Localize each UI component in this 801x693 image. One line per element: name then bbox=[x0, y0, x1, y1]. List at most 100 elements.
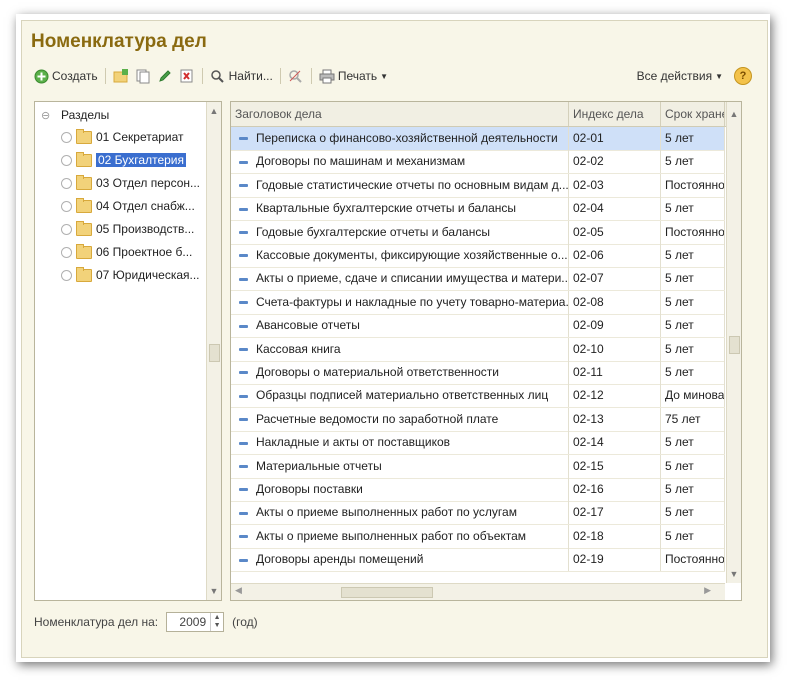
tree-item-label: 01 Секретариат bbox=[96, 130, 184, 144]
scroll-thumb[interactable] bbox=[729, 336, 740, 354]
column-header-title[interactable]: Заголовок дела bbox=[231, 102, 569, 126]
cell-term: Постоянно bbox=[661, 220, 725, 244]
table-row[interactable]: Переписка о финансово-хозяйственной деят… bbox=[231, 127, 725, 151]
tree-item-legal[interactable]: 07 Юридическая... bbox=[61, 266, 200, 284]
cell-title: Договоры поставки bbox=[231, 478, 569, 501]
tree-item-design[interactable]: 06 Проектное б... bbox=[61, 243, 192, 261]
tree-item-personnel[interactable]: 03 Отдел персон... bbox=[61, 174, 200, 192]
table-header: Заголовок дела Индекс дела Срок хране bbox=[231, 102, 741, 127]
table-row[interactable]: Расчетные ведомости по заработной плате 0… bbox=[231, 407, 725, 432]
sections-tree[interactable]: ⊖ Разделы 01 Секретариат 02 Бухгалтерия … bbox=[34, 101, 222, 601]
tree-item-label: 06 Проектное б... bbox=[96, 245, 193, 259]
document-item-icon bbox=[239, 347, 248, 351]
table-row[interactable]: Образцы подписей материально ответственн… bbox=[231, 384, 725, 409]
all-actions-label: Все действия bbox=[636, 69, 713, 83]
document-item-icon bbox=[239, 371, 248, 375]
year-unit-label: (год) bbox=[232, 615, 258, 629]
scroll-down-icon[interactable]: ▼ bbox=[727, 567, 741, 581]
folder-icon bbox=[76, 243, 92, 259]
table-row[interactable]: Кассовые документы, фиксирующие хозяйств… bbox=[231, 244, 725, 268]
tree-item-secretariat[interactable]: 01 Секретариат bbox=[61, 128, 184, 146]
cell-title-text: Счета-фактуры и накладные по учету товар… bbox=[256, 294, 569, 309]
documents-table[interactable]: Заголовок дела Индекс дела Срок хране Пе… bbox=[230, 101, 742, 601]
spin-down-icon[interactable]: ▼ bbox=[214, 622, 221, 630]
tree-vertical-scrollbar[interactable]: ▲ ▼ bbox=[206, 102, 221, 600]
table-row[interactable]: Договоры по машинам и механизмам 02-02 5 л… bbox=[231, 150, 725, 175]
table-row[interactable]: Акты о приеме выполненных работ по услуг… bbox=[231, 501, 725, 526]
create-button[interactable]: Создать bbox=[30, 66, 101, 86]
scroll-right-icon[interactable]: ▶ bbox=[704, 585, 711, 596]
table-row[interactable]: Годовые бухгалтерские отчеты и балансы 02… bbox=[231, 220, 725, 245]
create-folder-button[interactable] bbox=[110, 66, 132, 86]
scroll-up-icon[interactable]: ▲ bbox=[727, 107, 741, 121]
table-row[interactable]: Материальные отчеты 02-15 5 лет bbox=[231, 454, 725, 479]
cell-title: Годовые бухгалтерские отчеты и балансы bbox=[231, 220, 569, 244]
column-header-term[interactable]: Срок хране bbox=[661, 102, 725, 126]
year-value: 2009 bbox=[179, 615, 207, 629]
all-actions-button[interactable]: Все действия ▼ bbox=[634, 66, 726, 86]
cell-index: 02-08 bbox=[569, 290, 661, 314]
tree-item-accounting[interactable]: 02 Бухгалтерия bbox=[61, 151, 186, 169]
tree-item-label: 04 Отдел снабж... bbox=[96, 199, 195, 213]
cell-title: Материальные отчеты bbox=[231, 454, 569, 478]
cell-title-text: Акты о приеме, сдаче и списании имуществ… bbox=[256, 271, 569, 286]
tree-item-supply[interactable]: 04 Отдел снабж... bbox=[61, 197, 195, 215]
scroll-down-icon[interactable]: ▼ bbox=[207, 584, 221, 598]
tree-root[interactable]: ⊖ Разделы bbox=[41, 106, 109, 124]
table-horizontal-scrollbar[interactable]: ◀ ▶ bbox=[231, 583, 725, 600]
column-header-index[interactable]: Индекс дела bbox=[569, 102, 661, 126]
cell-index: 02-12 bbox=[569, 384, 661, 408]
cell-index: 02-19 bbox=[569, 548, 661, 572]
table-row[interactable]: Квартальные бухгалтерские отчеты и балан… bbox=[231, 197, 725, 222]
help-button[interactable]: ? bbox=[734, 67, 752, 85]
scroll-thumb[interactable] bbox=[209, 344, 220, 362]
cell-title: Кассовые документы, фиксирующие хозяйств… bbox=[231, 244, 569, 267]
toolbar-separator bbox=[201, 68, 203, 84]
radio-icon bbox=[61, 200, 72, 212]
table-row[interactable]: Договоры поставки 02-16 5 лет bbox=[231, 478, 725, 502]
cancel-search-button[interactable] bbox=[285, 66, 307, 86]
table-row[interactable]: Акты о приеме выполненных работ по объек… bbox=[231, 524, 725, 549]
scroll-up-icon[interactable]: ▲ bbox=[207, 104, 221, 118]
cell-index: 02-18 bbox=[569, 524, 661, 548]
delete-button[interactable] bbox=[176, 66, 198, 86]
cell-title-text: Расчетные ведомости по заработной плате bbox=[256, 411, 499, 426]
print-button[interactable]: Печать ▼ bbox=[316, 66, 391, 86]
scroll-thumb[interactable] bbox=[341, 587, 433, 598]
edit-button[interactable] bbox=[154, 66, 176, 86]
table-vertical-scrollbar[interactable]: ▲ ▼ bbox=[726, 102, 741, 583]
toolbar-separator bbox=[104, 68, 106, 84]
folder-icon bbox=[76, 151, 92, 167]
spin-up-icon[interactable]: ▲ bbox=[214, 614, 221, 622]
cell-index: 02-15 bbox=[569, 454, 661, 478]
chevron-down-icon: ▼ bbox=[380, 71, 389, 81]
toolbar-separator bbox=[279, 68, 281, 84]
scroll-left-icon[interactable]: ◀ bbox=[235, 585, 242, 596]
cell-term: 5 лет bbox=[661, 244, 725, 267]
table-row[interactable]: Акты о приеме, сдаче и списании имуществ… bbox=[231, 267, 725, 292]
year-spinner[interactable]: ▲ ▼ bbox=[210, 613, 223, 631]
table-row[interactable]: Кассовая книга 02-10 5 лет bbox=[231, 337, 725, 362]
folder-icon bbox=[76, 174, 92, 190]
cell-index: 02-03 bbox=[569, 173, 661, 197]
cell-index: 02-10 bbox=[569, 337, 661, 361]
table-row[interactable]: Счета-фактуры и накладные по учету товар… bbox=[231, 290, 725, 315]
pencil-icon bbox=[157, 68, 173, 84]
table-row[interactable]: Договоры аренды помещений 02-19 Постоянно bbox=[231, 548, 725, 573]
table-row[interactable]: Накладные и акты от поставщиков 02-14 5 ле… bbox=[231, 431, 725, 456]
cell-index: 02-09 bbox=[569, 314, 661, 338]
tree-item-production[interactable]: 05 Производств... bbox=[61, 220, 194, 238]
find-button[interactable]: Найти... bbox=[207, 66, 276, 86]
document-item-icon bbox=[239, 184, 248, 188]
table-row[interactable]: Договоры о материальной ответственности 0… bbox=[231, 361, 725, 385]
tree-item-label: 05 Производств... bbox=[96, 222, 195, 236]
table-row[interactable]: Авансовые отчеты 02-09 5 лет bbox=[231, 314, 725, 339]
table-row[interactable]: Годовые статистические отчеты по основны… bbox=[231, 173, 725, 198]
collapse-icon[interactable]: ⊖ bbox=[41, 109, 53, 122]
year-input[interactable]: 2009 ▲ ▼ bbox=[166, 612, 225, 632]
copy-button[interactable] bbox=[132, 66, 154, 86]
cell-title: Договоры аренды помещений bbox=[231, 548, 569, 572]
document-item-icon bbox=[239, 160, 248, 164]
cell-title: Квартальные бухгалтерские отчеты и балан… bbox=[231, 197, 569, 221]
tree-item-label: 02 Бухгалтерия bbox=[96, 153, 186, 167]
